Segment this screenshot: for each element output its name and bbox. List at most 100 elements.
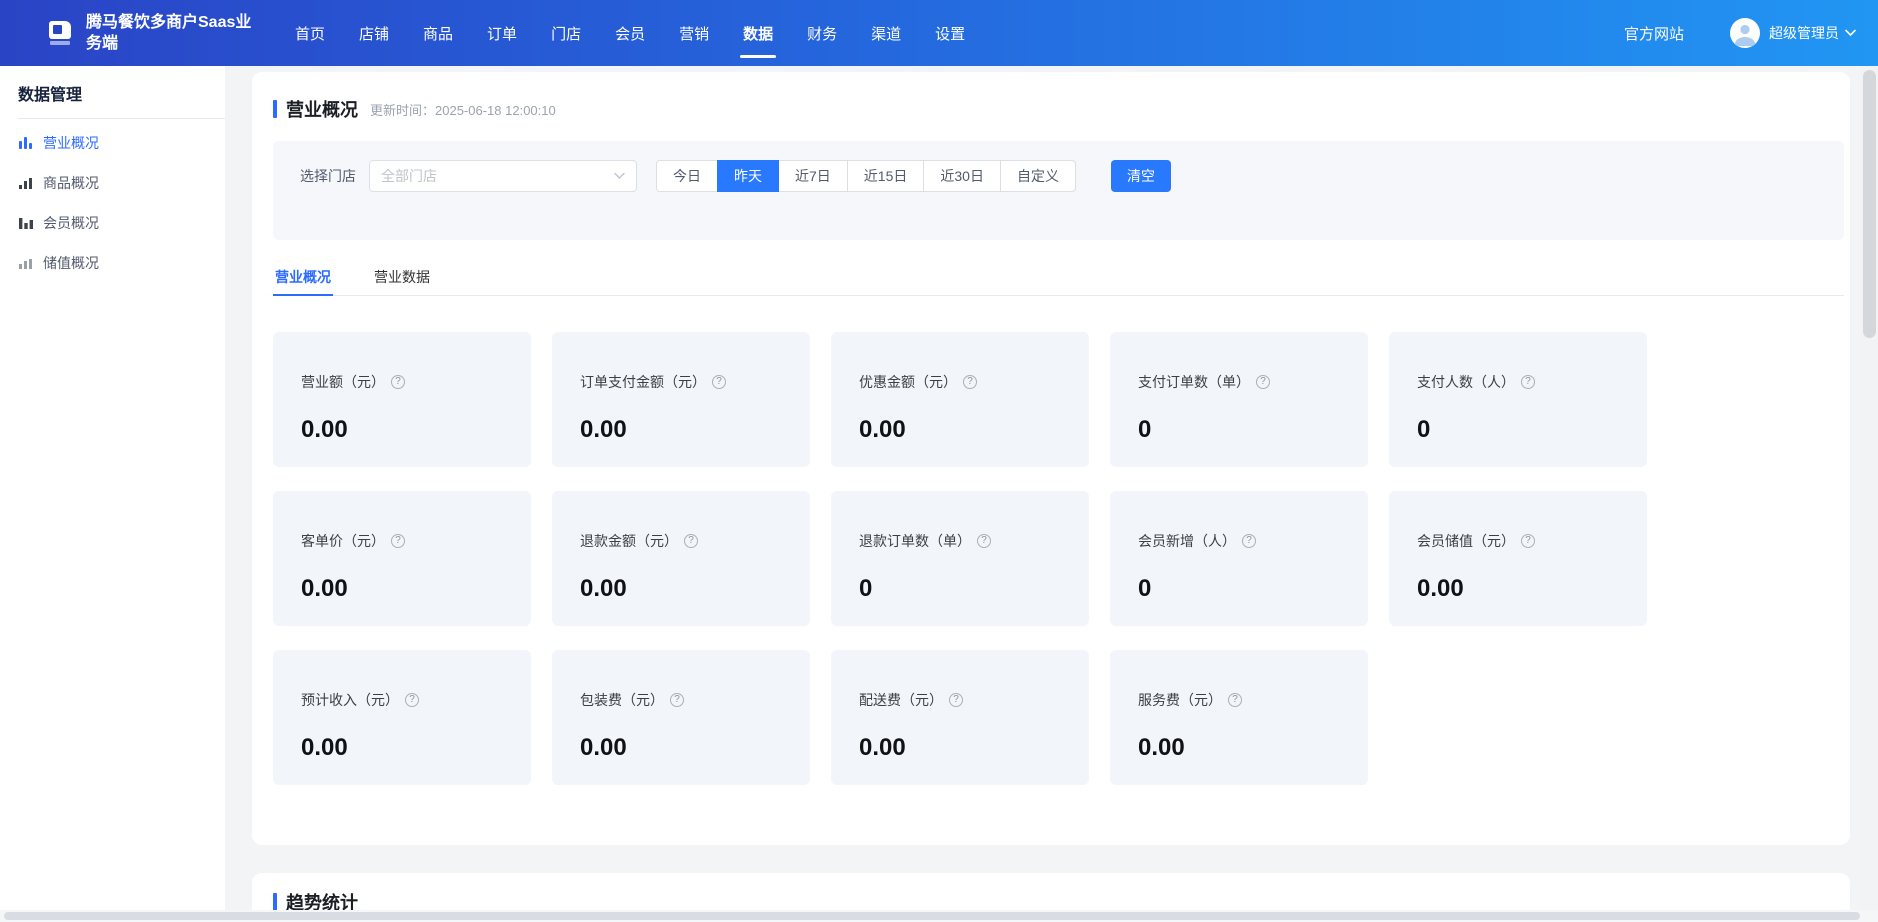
stat-label: 包装费（元） xyxy=(580,690,664,710)
stat-label: 营业额（元） xyxy=(301,372,385,392)
stat-card: 营业额（元） 0.00 xyxy=(273,332,531,467)
store-select[interactable]: 全部门店 xyxy=(369,160,637,192)
business-overview-panel: 营业概况 更新时间：2025-06-18 12:00:10 选择门店 全部门店 … xyxy=(252,72,1850,845)
bar-chart-icon xyxy=(18,255,34,271)
stat-card: 支付人数（人）0 xyxy=(1389,332,1647,467)
question-circle-icon[interactable] xyxy=(405,693,419,707)
stat-label-row: 服务费（元） xyxy=(1138,690,1368,710)
nav-item-数据[interactable]: 数据 xyxy=(726,0,790,66)
horizontal-scrollbar-thumb[interactable] xyxy=(4,912,1860,920)
stat-value: 0.00 xyxy=(580,575,810,603)
stat-label-row: 营业额（元） xyxy=(301,372,531,392)
user-menu[interactable]: 超级管理员 xyxy=(1730,18,1856,48)
tab-营业数据[interactable]: 营业数据 xyxy=(372,262,432,296)
stats-grid: 营业额（元） 0.00 订单支付金额（元） 0.00 优惠金额（元） 0.00 支付订单数（… xyxy=(273,332,1844,785)
nav-item-首页[interactable]: 首页 xyxy=(278,0,342,66)
tab-营业概况[interactable]: 营业概况 xyxy=(273,262,333,296)
question-circle-icon[interactable] xyxy=(670,693,684,707)
stat-value: 0.00 xyxy=(301,734,531,762)
sidebar-item-营业概况[interactable]: 营业概况 xyxy=(0,123,225,163)
stat-value: 0 xyxy=(1138,416,1368,444)
nav-item-门店[interactable]: 门店 xyxy=(534,0,598,66)
sidebar-item-储值概况[interactable]: 储值概况 xyxy=(0,243,225,283)
section-accent-bar xyxy=(273,893,277,910)
official-site-link[interactable]: 官方网站 xyxy=(1624,23,1684,44)
question-circle-icon[interactable] xyxy=(1228,693,1242,707)
stat-card: 退款金额（元） 0.00 xyxy=(552,491,810,626)
clear-button[interactable]: 清空 xyxy=(1111,160,1171,192)
stat-value: 0.00 xyxy=(301,416,531,444)
stat-card: 服务费（元） 0.00 xyxy=(1110,650,1368,785)
store-select-label: 选择门店 xyxy=(300,160,356,192)
question-circle-icon[interactable] xyxy=(1521,534,1535,548)
section-header: 趋势统计 xyxy=(273,889,358,910)
question-circle-icon[interactable] xyxy=(684,534,698,548)
stat-label: 客单价（元） xyxy=(301,531,385,551)
stat-card: 支付订单数（单） 0 xyxy=(1110,332,1368,467)
bar-chart-icon xyxy=(18,135,34,151)
question-circle-icon[interactable] xyxy=(391,375,405,389)
sidebar-title: 数据管理 xyxy=(0,66,225,118)
chevron-down-icon xyxy=(1845,29,1856,37)
nav-item-财务[interactable]: 财务 xyxy=(790,0,854,66)
stat-label: 优惠金额（元） xyxy=(859,372,957,392)
question-circle-icon[interactable] xyxy=(1256,375,1270,389)
nav-item-会员[interactable]: 会员 xyxy=(598,0,662,66)
stat-value: 0.00 xyxy=(1138,734,1368,762)
stat-value: 0.00 xyxy=(580,416,810,444)
store-select-placeholder: 全部门店 xyxy=(381,166,437,186)
stat-label: 支付订单数（单） xyxy=(1138,372,1250,392)
nav-item-营销[interactable]: 营销 xyxy=(662,0,726,66)
stat-label-row: 支付人数（人） xyxy=(1417,372,1647,392)
bar-chart-icon xyxy=(18,215,34,231)
question-circle-icon[interactable] xyxy=(1242,534,1256,548)
nav-item-店铺[interactable]: 店铺 xyxy=(342,0,406,66)
sidebar-menu: 营业概况商品概况会员概况储值概况 xyxy=(0,119,225,283)
stat-card: 订单支付金额（元） 0.00 xyxy=(552,332,810,467)
question-circle-icon[interactable] xyxy=(712,375,726,389)
chevron-down-icon xyxy=(614,172,625,180)
question-circle-icon[interactable] xyxy=(977,534,991,548)
sidebar-item-会员概况[interactable]: 会员概况 xyxy=(0,203,225,243)
stat-card: 会员新增（人） 0 xyxy=(1110,491,1368,626)
sidebar-item-label: 会员概况 xyxy=(43,213,99,233)
date-range-昨天[interactable]: 昨天 xyxy=(717,160,779,192)
vertical-scrollbar-thumb[interactable] xyxy=(1863,70,1876,338)
trend-section-title: 趋势统计 xyxy=(286,889,358,910)
stat-label: 预计收入（元） xyxy=(301,690,399,710)
stat-label: 订单支付金额（元） xyxy=(580,372,706,392)
section-header: 营业概况 更新时间：2025-06-18 12:00:10 xyxy=(273,96,556,122)
logo-icon xyxy=(44,16,76,50)
stat-card: 预计收入（元） 0.00 xyxy=(273,650,531,785)
question-circle-icon[interactable] xyxy=(391,534,405,548)
active-nav-underline xyxy=(740,55,776,58)
sidebar-item-商品概况[interactable]: 商品概况 xyxy=(0,163,225,203)
stat-label: 会员新增（人） xyxy=(1138,531,1236,551)
stat-label-row: 配送费（元） xyxy=(859,690,1089,710)
app-logo: 腾马餐饮多商户Saas业务端 xyxy=(44,12,266,54)
nav-item-设置[interactable]: 设置 xyxy=(918,0,982,66)
stat-label: 退款金额（元） xyxy=(580,531,678,551)
question-circle-icon[interactable] xyxy=(1521,375,1535,389)
top-navbar: 腾马餐饮多商户Saas业务端 首页店铺商品订单门店会员营销数据财务渠道设置 官方… xyxy=(0,0,1878,66)
date-range-近15日[interactable]: 近15日 xyxy=(847,160,925,192)
stat-label-row: 支付订单数（单） xyxy=(1138,372,1368,392)
date-range-近7日[interactable]: 近7日 xyxy=(778,160,848,192)
user-name: 超级管理员 xyxy=(1769,23,1839,43)
question-circle-icon[interactable] xyxy=(963,375,977,389)
date-range-今日[interactable]: 今日 xyxy=(656,160,718,192)
nav-item-订单[interactable]: 订单 xyxy=(470,0,534,66)
stat-label-row: 优惠金额（元） xyxy=(859,372,1089,392)
question-circle-icon[interactable] xyxy=(949,693,963,707)
stat-label: 会员储值（元） xyxy=(1417,531,1515,551)
nav-item-商品[interactable]: 商品 xyxy=(406,0,470,66)
stat-label: 配送费（元） xyxy=(859,690,943,710)
nav-item-渠道[interactable]: 渠道 xyxy=(854,0,918,66)
filter-bar: 选择门店 全部门店 今日昨天近7日近15日近30日自定义 清空 xyxy=(273,141,1844,240)
date-range-自定义[interactable]: 自定义 xyxy=(1000,160,1076,192)
date-range-近30日[interactable]: 近30日 xyxy=(923,160,1001,192)
stat-label-row: 会员新增（人） xyxy=(1138,531,1368,551)
stat-label-row: 包装费（元） xyxy=(580,690,810,710)
stat-label-row: 退款金额（元） xyxy=(580,531,810,551)
stat-value: 0 xyxy=(1138,575,1368,603)
